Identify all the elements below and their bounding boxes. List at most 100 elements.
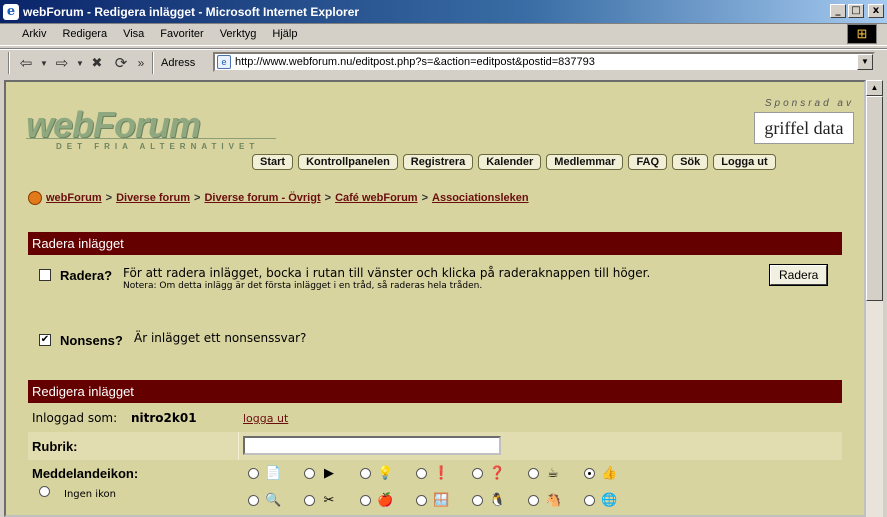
breadcrumb-ovrigt[interactable]: Diverse forum - Övrigt xyxy=(204,192,320,204)
menu-arkiv[interactable]: Arkiv xyxy=(0,28,54,40)
back-dropdown-icon[interactable]: ▼ xyxy=(39,52,49,74)
address-bar[interactable]: e http://www.webforum.nu/editpost.php?s=… xyxy=(213,52,875,72)
message-icon: ❗ xyxy=(433,466,450,481)
logged-in-row: Inloggad som: nitro2k01 logga ut xyxy=(28,404,842,432)
message-icon-label: Meddelandeikon: xyxy=(32,466,139,481)
forward-button[interactable]: ⇨ xyxy=(49,52,75,74)
delete-button[interactable]: Radera xyxy=(768,264,829,286)
nav-kalender[interactable]: Kalender xyxy=(478,154,542,170)
nonsense-checkbox[interactable]: ✔ xyxy=(39,334,51,346)
address-dropdown-icon[interactable]: ▼ xyxy=(857,54,873,70)
icon-radio[interactable] xyxy=(416,495,427,506)
close-button[interactable]: x xyxy=(868,4,884,18)
message-icon: 🪟 xyxy=(433,493,450,508)
page-viewport: webForum DET FRIA ALTERNATIVET Sponsrad … xyxy=(4,80,866,517)
webforum-logo[interactable]: webForum xyxy=(26,104,201,146)
icon-radio[interactable] xyxy=(472,468,483,479)
message-icon: ☕ xyxy=(547,466,559,481)
icon-radio[interactable] xyxy=(360,495,371,506)
menu-visa[interactable]: Visa xyxy=(115,28,152,40)
window-titlebar: e webForum - Redigera inlägget - Microso… xyxy=(0,0,887,23)
message-icon-row: Meddelandeikon: Ingen ikon 📄 ▶ 💡 ❗ ❓ ☕ 👍 🔍 ✂ 🍎 🪟 🐧 🐴… xyxy=(28,460,842,515)
breadcrumb-webforum[interactable]: webForum xyxy=(46,192,102,204)
refresh-button[interactable]: ⟳ xyxy=(109,52,133,74)
icon-radio[interactable] xyxy=(528,495,539,506)
message-icon: 🐴 xyxy=(545,493,562,508)
windows-logo-icon: ⊞ xyxy=(847,24,877,44)
delete-section-header: Radera inlägget xyxy=(28,232,842,255)
menu-verktyg[interactable]: Verktyg xyxy=(212,28,265,40)
icon-radio[interactable] xyxy=(304,468,315,479)
menu-hjalp[interactable]: Hjälp xyxy=(264,28,305,40)
minimize-button[interactable]: _ xyxy=(830,4,846,18)
username: nitro2k01 xyxy=(131,411,197,425)
scroll-up-arrow-icon[interactable]: ▲ xyxy=(866,80,883,96)
icon-radio[interactable] xyxy=(472,495,483,506)
back-button[interactable]: ⇦ xyxy=(13,52,39,74)
forum-icon xyxy=(28,191,42,205)
breadcrumb-diverse-forum[interactable]: Diverse forum xyxy=(116,192,190,204)
nav-registrera[interactable]: Registrera xyxy=(402,154,474,170)
nav-faq[interactable]: FAQ xyxy=(628,154,668,170)
address-url[interactable]: http://www.webforum.nu/editpost.php?s=&a… xyxy=(235,56,595,68)
delete-instructions: För att radera inlägget, bocka i rutan t… xyxy=(123,266,651,280)
toolbar-separator xyxy=(152,52,154,74)
maximize-button[interactable]: □ xyxy=(848,4,864,18)
message-icon: 🌐 xyxy=(601,493,618,508)
icon-radio[interactable] xyxy=(584,495,595,506)
menu-favoriter[interactable]: Favoriter xyxy=(152,28,211,40)
nav-medlemmar[interactable]: Medlemmar xyxy=(546,154,624,170)
icon-radio[interactable] xyxy=(584,468,595,479)
delete-checkbox[interactable] xyxy=(39,269,51,281)
delete-note: Notera: Om detta inlägg är det första in… xyxy=(123,281,483,291)
more-chevron-icon[interactable]: » xyxy=(133,52,149,74)
message-icon: ✂ xyxy=(323,493,335,508)
internet-explorer-icon: e xyxy=(3,3,19,20)
menu-redigera[interactable]: Redigera xyxy=(54,28,115,40)
subject-row: Rubrik: xyxy=(28,432,842,460)
forum-navbar: Start Kontrollpanelen Registrera Kalende… xyxy=(252,154,776,170)
nav-sok[interactable]: Sök xyxy=(672,154,709,170)
breadcrumb-associationsleken[interactable]: Associationsleken xyxy=(432,192,529,204)
message-icon: 🍎 xyxy=(377,493,394,508)
subject-input[interactable] xyxy=(243,436,501,455)
scrollbar-thumb[interactable] xyxy=(866,96,883,301)
nav-logga-ut[interactable]: Logga ut xyxy=(713,154,776,170)
forum-page: webForum DET FRIA ALTERNATIVET Sponsrad … xyxy=(24,88,854,515)
stop-button[interactable]: ✖ xyxy=(85,52,109,74)
delete-label: Radera? xyxy=(60,268,113,283)
message-icon: ▶ xyxy=(324,466,334,481)
logged-in-label: Inloggad som: xyxy=(32,411,118,425)
address-label: Adress xyxy=(161,57,196,69)
forward-dropdown-icon[interactable]: ▼ xyxy=(75,52,85,74)
vertical-scrollbar[interactable]: ▲ xyxy=(866,80,883,517)
message-icon: 🐧 xyxy=(489,493,506,508)
breadcrumb-separator: > xyxy=(324,192,332,204)
message-icon: 📄 xyxy=(265,466,282,481)
icon-radio[interactable] xyxy=(304,495,315,506)
logout-link[interactable]: logga ut xyxy=(243,412,288,425)
menu-bar: Arkiv Redigera Visa Favoriter Verktyg Hj… xyxy=(0,23,887,46)
logo-tagline: DET FRIA ALTERNATIVET xyxy=(56,142,260,151)
icon-radio[interactable] xyxy=(528,468,539,479)
logo-divider xyxy=(26,138,276,139)
icon-radio[interactable] xyxy=(416,468,427,479)
page-icon: e xyxy=(217,55,231,69)
breadcrumb-cafe[interactable]: Café webForum xyxy=(335,192,418,204)
message-icon: ❓ xyxy=(489,466,506,481)
breadcrumb-separator: > xyxy=(421,192,429,204)
nav-start[interactable]: Start xyxy=(252,154,294,170)
icon-radio[interactable] xyxy=(248,495,259,506)
sponsor-logo[interactable]: griffel data xyxy=(754,112,854,144)
breadcrumb-separator: > xyxy=(194,192,201,204)
edit-section-header: Redigera inlägget xyxy=(28,380,842,403)
icon-radio[interactable] xyxy=(360,468,371,479)
no-icon-radio[interactable] xyxy=(39,486,50,497)
breadcrumb-separator: > xyxy=(105,192,113,204)
window-title: webForum - Redigera inlägget - Microsoft… xyxy=(23,4,360,19)
sponsor-label: Sponsrad av xyxy=(764,98,854,109)
icon-radio[interactable] xyxy=(248,468,259,479)
message-icon: 🔍 xyxy=(265,493,282,508)
message-icon: 👍 xyxy=(601,466,618,481)
nav-kontrollpanelen[interactable]: Kontrollpanelen xyxy=(298,154,398,170)
